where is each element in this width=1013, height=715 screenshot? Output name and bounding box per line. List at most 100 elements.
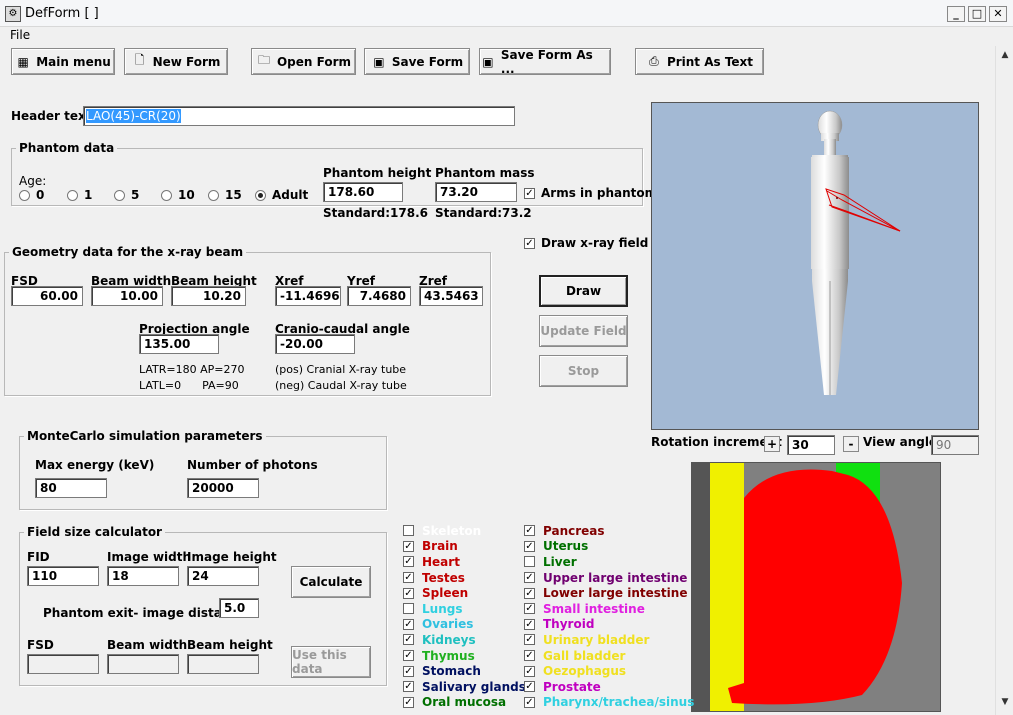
phantom-mass-standard: Standard:73.2 — [435, 206, 532, 220]
main-menu-button[interactable]: ▦ Main menu — [11, 48, 115, 75]
open-form-button[interactable]: 🗀 Open Form — [251, 48, 356, 75]
save-form-button[interactable]: ▣ Save Form — [364, 48, 470, 75]
result-beam-width-input[interactable] — [107, 654, 179, 674]
use-this-data-button[interactable]: Use this data — [291, 646, 371, 678]
organ-list-left: Skeleton ✓ Brain ✓ Heart ✓ Testes ✓ Spleen Lungs ✓… — [403, 523, 526, 710]
organ-checkbox-liver[interactable]: Liver — [524, 554, 694, 570]
yref-input[interactable]: 7.4680 — [347, 286, 411, 306]
beam-width-input[interactable]: 10.00 — [91, 286, 163, 306]
scroll-down-icon[interactable]: ▼ — [999, 696, 1011, 708]
organ-checkbox-thymus[interactable]: ✓ Thymus — [403, 648, 526, 664]
close-button[interactable]: ✕ — [989, 6, 1007, 22]
rotation-plus-button[interactable]: + — [764, 436, 780, 452]
max-energy-input[interactable]: 80 — [35, 478, 107, 498]
print-as-text-button[interactable]: ⎙ Print As Text — [635, 48, 764, 75]
cranio-note-1: (pos) Cranial X-ray tube — [275, 363, 407, 376]
draw-xray-field-checkbox[interactable]: ✓ Draw x-ray field — [524, 236, 648, 250]
age-radio-10[interactable]: 10 — [161, 188, 195, 202]
update-field-button[interactable]: Update Field — [539, 315, 628, 347]
organ-checkbox-oezophagus[interactable]: ✓ Oezophagus — [524, 663, 694, 679]
organ-checkbox-oral-mucosa[interactable]: ✓ Oral mucosa — [403, 695, 526, 711]
vertical-scrollbar[interactable]: ▲ ▼ — [995, 46, 1013, 715]
folder-icon: 🗀 — [257, 53, 270, 67]
image-width-input[interactable]: 18 — [107, 566, 179, 586]
organ-checkbox-upper-large-intestine[interactable]: ✓ Upper large intestine — [524, 570, 694, 586]
projection-angle-input[interactable]: 135.00 — [139, 334, 219, 354]
organ-checkbox-brain[interactable]: ✓ Brain — [403, 539, 526, 555]
fsd-input[interactable]: 60.00 — [11, 286, 83, 306]
organ-checkbox-ovaries[interactable]: ✓ Ovaries — [403, 617, 526, 633]
scroll-up-icon[interactable]: ▲ — [999, 49, 1011, 61]
phantom-data-title: Phantom data — [16, 141, 118, 155]
view-angle-input[interactable]: 90 — [931, 435, 979, 455]
organ-checkbox-lower-large-intestine[interactable]: ✓ Lower large intestine — [524, 585, 694, 601]
organ-label: Pharynx/trachea/sinus — [543, 695, 695, 710]
age-radio-1[interactable]: 1 — [67, 188, 92, 202]
menu-file[interactable]: File — [10, 28, 30, 42]
image-height-label: Image height — [187, 550, 277, 564]
organ-label: Skeleton — [422, 523, 482, 538]
checkbox-indicator: ✓ — [403, 634, 414, 646]
exit-distance-input[interactable]: 5.0 — [219, 598, 259, 618]
phantom-height-input[interactable]: 178.60 — [323, 182, 403, 202]
organ-checkbox-prostate[interactable]: ✓ Prostate — [524, 679, 694, 695]
organ-checkbox-spleen[interactable]: ✓ Spleen — [403, 585, 526, 601]
organ-slice-graphic — [692, 463, 940, 711]
organ-checkbox-urinary-bladder[interactable]: ✓ Urinary bladder — [524, 632, 694, 648]
save-form-as-button[interactable]: ▣ Save Form As ... — [479, 48, 611, 76]
photons-input[interactable]: 20000 — [187, 478, 259, 498]
projection-note-1: LATR=180 AP=270 — [139, 363, 245, 376]
phantom-3d-view[interactable] — [651, 102, 979, 430]
xref-input[interactable]: -11.4696 — [275, 286, 341, 306]
age-radio-5[interactable]: 5 — [114, 188, 139, 202]
phantom-mass-input[interactable]: 73.20 — [435, 182, 517, 202]
organ-checkbox-salivary-glands[interactable]: ✓ Salivary glands — [403, 679, 526, 695]
organ-checkbox-thyroid[interactable]: ✓ Thyroid — [524, 617, 694, 633]
rotation-increment-input[interactable]: 30 — [787, 435, 835, 455]
header-text-input[interactable]: LAO(45)-CR(20) — [83, 106, 515, 126]
result-beam-height-input[interactable] — [187, 654, 259, 674]
zref-input[interactable]: 43.5463 — [419, 286, 483, 306]
result-beam-height-label: Beam height — [187, 638, 273, 652]
organ-label: Heart — [422, 554, 460, 569]
minimize-button[interactable]: _ — [947, 6, 965, 22]
checkbox-indicator: ✓ — [524, 525, 535, 537]
organ-checkbox-lungs[interactable]: Lungs — [403, 601, 526, 617]
organ-checkbox-skeleton[interactable]: Skeleton — [403, 523, 526, 539]
draw-button[interactable]: Draw — [539, 275, 628, 307]
age-label: Age: — [19, 174, 47, 188]
result-fsd-input[interactable] — [27, 654, 99, 674]
age-radio-0[interactable]: 0 — [19, 188, 44, 202]
projection-note-2: LATL=0 PA=90 — [139, 379, 239, 392]
calculate-button[interactable]: Calculate — [291, 566, 371, 598]
cranio-caudal-angle-input[interactable]: -20.00 — [275, 334, 355, 354]
field-size-title: Field size calculator — [24, 525, 165, 539]
checkbox-indicator: ✓ — [524, 665, 535, 677]
stop-button[interactable]: Stop — [539, 355, 628, 387]
fid-input[interactable]: 110 — [27, 566, 99, 586]
menu-bar — [0, 27, 1013, 46]
phantom-model-graphic — [811, 110, 901, 395]
geometry-title: Geometry data for the x-ray beam — [9, 245, 247, 259]
beam-height-input[interactable]: 10.20 — [171, 286, 246, 306]
organ-checkbox-testes[interactable]: ✓ Testes — [403, 570, 526, 586]
montecarlo-title: MonteCarlo simulation parameters — [24, 429, 266, 443]
title-bar — [0, 0, 1013, 27]
age-radio-15[interactable]: 15 — [208, 188, 242, 202]
organ-checkbox-kidneys[interactable]: ✓ Kidneys — [403, 632, 526, 648]
organ-checkbox-stomach[interactable]: ✓ Stomach — [403, 663, 526, 679]
new-form-button[interactable]: 🗋 New Form — [124, 48, 228, 75]
age-radio-adult[interactable]: Adult — [255, 188, 308, 202]
organ-checkbox-gall-bladder[interactable]: ✓ Gall bladder — [524, 648, 694, 664]
checkbox-indicator: ✓ — [524, 603, 535, 615]
organ-checkbox-small-intestine[interactable]: ✓ Small intestine — [524, 601, 694, 617]
organ-checkbox-pharynx-trachea-sinus[interactable]: ✓ Pharynx/trachea/sinus — [524, 695, 694, 711]
organ-checkbox-pancreas[interactable]: ✓ Pancreas — [524, 523, 694, 539]
arms-in-phantom-checkbox[interactable]: ✓ Arms in phantom — [524, 186, 657, 200]
organ-label: Uterus — [543, 539, 589, 554]
maximize-button[interactable]: □ — [968, 6, 986, 22]
image-height-input[interactable]: 24 — [187, 566, 259, 586]
organ-checkbox-heart[interactable]: ✓ Heart — [403, 554, 526, 570]
organ-checkbox-uterus[interactable]: ✓ Uterus — [524, 539, 694, 555]
rotation-minus-button[interactable]: - — [843, 436, 859, 452]
